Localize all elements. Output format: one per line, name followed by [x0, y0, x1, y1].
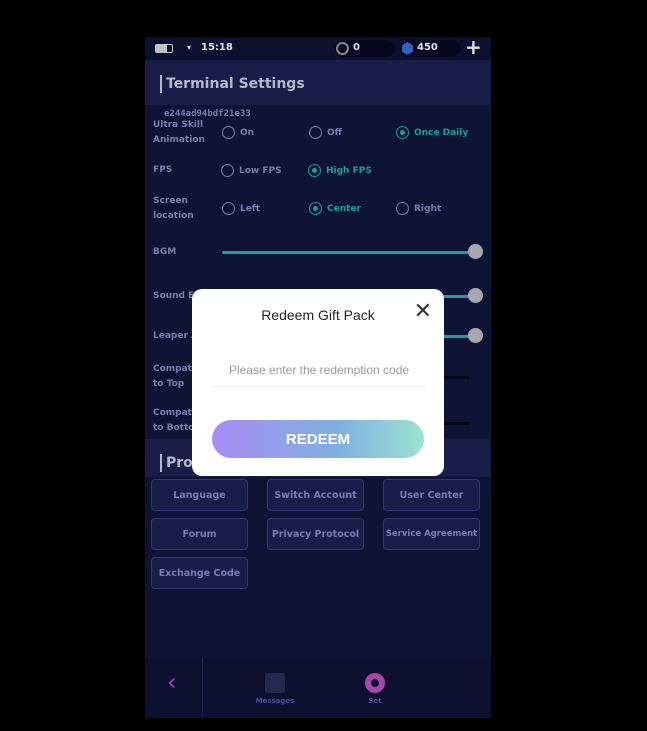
modal-title: Redeem Gift Pack	[261, 307, 375, 323]
redeem-button[interactable]: REDEEM	[212, 420, 424, 458]
redeem-modal: Redeem Gift Pack ✕ REDEEM	[192, 289, 444, 476]
redemption-code-input[interactable]	[212, 353, 426, 387]
phone-screen: ▾ 15:18 0 450 + Terminal Settings e244ad…	[145, 37, 491, 718]
close-icon[interactable]: ✕	[414, 300, 432, 322]
